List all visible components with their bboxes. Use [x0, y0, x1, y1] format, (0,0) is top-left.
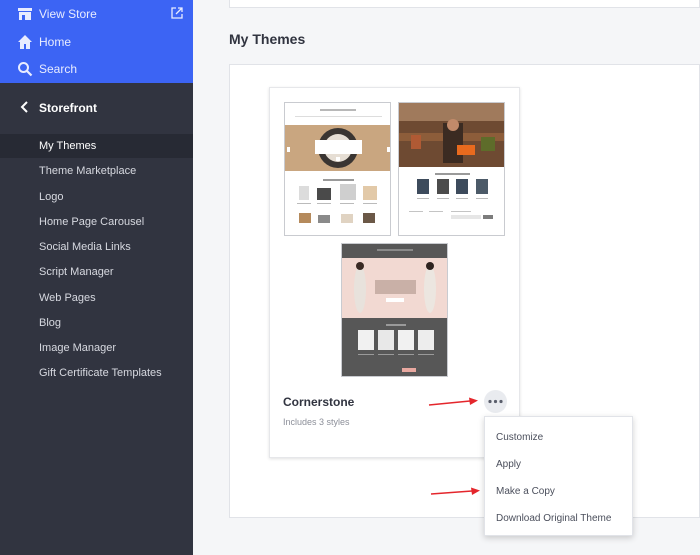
menu-item-label: Make a Copy [496, 486, 555, 497]
sidebar-item-label: Home Page Carousel [39, 216, 145, 228]
sidebar-item-blog[interactable]: Blog [0, 311, 193, 335]
menu-item-label: Customize [496, 432, 544, 443]
search-icon [18, 62, 33, 77]
theme-thumbnail-2[interactable] [398, 102, 505, 236]
sidebar-item-label: Gift Certificate Templates [39, 367, 162, 379]
view-store-label: View Store [39, 7, 97, 21]
search-label: Search [39, 62, 78, 76]
sidebar-item-script-manager[interactable]: Script Manager [0, 260, 193, 284]
sidebar-item-my-themes[interactable]: My Themes [0, 134, 193, 158]
sidebar-item-label: Script Manager [39, 266, 114, 278]
theme-preview-image [342, 244, 447, 376]
page-title: My Themes [229, 31, 306, 47]
theme-options-menu: Customize Apply Make a Copy Download Ori… [484, 416, 633, 536]
home-label: Home [39, 35, 72, 49]
sidebar-item-social-media-links[interactable]: Social Media Links [0, 235, 193, 259]
theme-options-button[interactable] [484, 390, 507, 413]
annotation-arrow-icon [430, 487, 480, 495]
sidebar-top-section: View Store Home Search [0, 0, 193, 83]
external-link-icon[interactable] [171, 7, 183, 19]
home-icon [18, 35, 32, 49]
theme-preview-image [399, 103, 504, 235]
sidebar-item-logo[interactable]: Logo [0, 185, 193, 209]
theme-thumbnail-1[interactable] [284, 102, 391, 236]
theme-styles-count: Includes 3 styles [283, 417, 350, 427]
sidebar-item-label: Logo [39, 191, 64, 203]
sidebar-item-label: My Themes [39, 140, 97, 152]
sidebar-item-label: Image Manager [39, 342, 117, 354]
store-icon [18, 8, 32, 20]
home-link[interactable]: Home [0, 28, 193, 55]
annotation-arrow-icon [428, 397, 478, 406]
sidebar-item-web-pages[interactable]: Web Pages [0, 286, 193, 310]
sidebar-item-theme-marketplace[interactable]: Theme Marketplace [0, 159, 193, 183]
sidebar-item-label: Web Pages [39, 292, 96, 304]
menu-item-download-original-theme[interactable]: Download Original Theme [485, 506, 634, 530]
storefront-back-button[interactable]: Storefront [0, 96, 193, 120]
menu-item-label: Download Original Theme [496, 513, 612, 524]
chevron-left-icon [20, 101, 28, 113]
sidebar-item-home-page-carousel[interactable]: Home Page Carousel [0, 210, 193, 234]
view-store-link[interactable]: View Store [0, 0, 193, 27]
sidebar-item-label: Theme Marketplace [39, 165, 137, 177]
menu-item-make-a-copy[interactable]: Make a Copy [485, 479, 634, 503]
sidebar-item-label: Social Media Links [39, 241, 131, 253]
menu-item-apply[interactable]: Apply [485, 452, 634, 476]
sidebar: View Store Home Search Storefront My The… [0, 0, 193, 555]
menu-item-label: Apply [496, 459, 522, 470]
previous-panel [229, 0, 700, 8]
sidebar-item-label: Blog [39, 317, 62, 329]
theme-thumbnail-3[interactable] [341, 243, 448, 377]
search-link[interactable]: Search [0, 55, 193, 82]
theme-preview-image [285, 103, 390, 235]
storefront-label: Storefront [39, 101, 97, 115]
menu-item-customize[interactable]: Customize [485, 425, 634, 449]
theme-name: Cornerstone [283, 395, 355, 409]
sidebar-item-gift-certificate-templates[interactable]: Gift Certificate Templates [0, 361, 193, 385]
sidebar-item-image-manager[interactable]: Image Manager [0, 336, 193, 360]
more-dots-icon [488, 399, 503, 404]
